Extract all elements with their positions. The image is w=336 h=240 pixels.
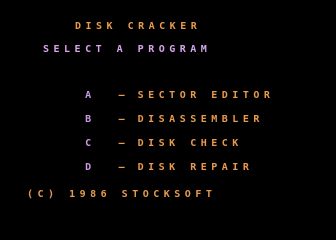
menu-key-c: C [85,138,96,149]
menu-dash-b: — [118,114,125,125]
menu-label-disk-check: DISK CHECK [137,138,243,149]
menu-key-b: B [85,114,96,125]
app-title: DISK CRACKER [75,21,202,32]
menu-label-disk-repair: DISK REPAIR [137,162,254,173]
copyright-footer: (C) 1986 STOCKSOFT [27,189,217,200]
menu-key-a: A [85,90,96,101]
menu-key-d: D [85,162,96,173]
retro-program-menu-screen: DISK CRACKER SELECT A PROGRAM A — SECTOR E… [0,0,336,240]
menu-label-disassembler: DISASSEMBLER [137,114,264,125]
menu-item-disk-repair[interactable]: D — DISK REPAIR [43,150,253,186]
menu-dash-c: — [118,138,125,149]
menu-dash-d: — [118,162,125,173]
menu-dash-a: — [118,90,125,101]
menu-heading: SELECT A PROGRAM [43,44,212,55]
menu-label-sector-editor: SECTOR EDITOR [137,90,275,101]
